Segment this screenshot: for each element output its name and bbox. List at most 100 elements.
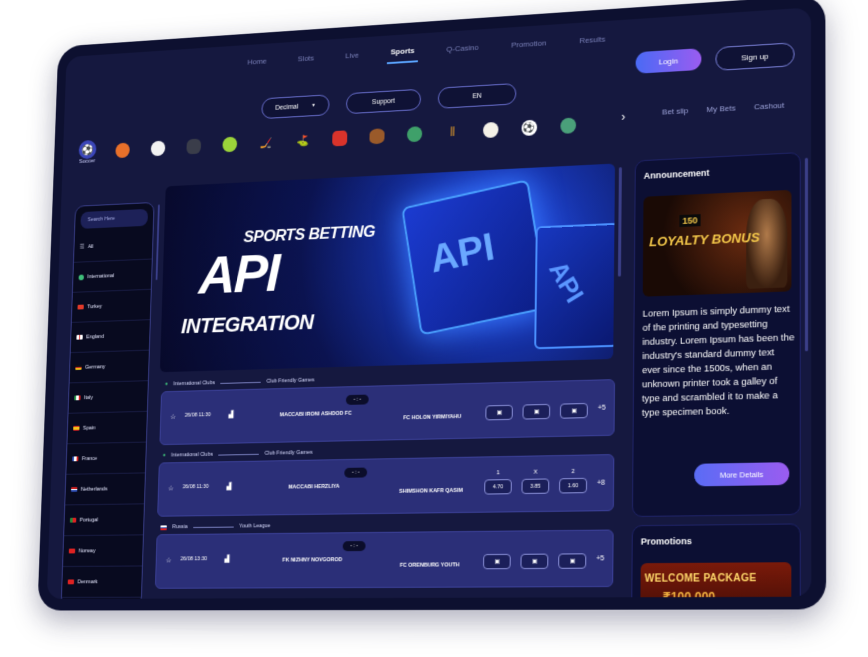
nav-results[interactable]: Results bbox=[575, 28, 609, 51]
stats-icon[interactable]: ▟ bbox=[226, 483, 231, 491]
odd-label: 1 bbox=[496, 470, 500, 477]
sidebar-item-label: Germany bbox=[85, 363, 106, 371]
sidebar-item-international[interactable]: International bbox=[72, 259, 152, 293]
sidebar-scrollbar[interactable] bbox=[155, 204, 160, 281]
divider bbox=[220, 381, 261, 384]
sidebar-item-germany[interactable]: Germany bbox=[69, 350, 149, 384]
star-icon[interactable]: ☆ bbox=[168, 485, 174, 492]
odd-button-home[interactable]: 1 4.70 bbox=[484, 470, 512, 495]
odd-button-locked[interactable]: ▣ bbox=[522, 403, 551, 420]
cashout-tab[interactable]: Cashout bbox=[754, 101, 784, 112]
nav-promotion[interactable]: Promotion bbox=[507, 32, 550, 55]
nav-home[interactable]: Home bbox=[244, 50, 271, 71]
sidebar-item-norway[interactable]: Norway bbox=[62, 535, 143, 567]
signup-button[interactable]: Sign up bbox=[715, 42, 795, 71]
betslip-tab[interactable]: Bet slip bbox=[662, 106, 688, 116]
sidebar-item-denmark[interactable]: Denmark bbox=[61, 566, 142, 598]
odd-button-away[interactable]: 2 1.60 bbox=[559, 469, 588, 494]
basketball-icon bbox=[115, 142, 130, 159]
sidebar-item-portugal[interactable]: Portugal bbox=[64, 504, 144, 537]
sidebar-item-label: International bbox=[87, 272, 115, 280]
sport-american-football[interactable] bbox=[367, 128, 386, 145]
more-markets[interactable]: +5 bbox=[596, 555, 604, 562]
more-details-button[interactable]: More Details bbox=[694, 462, 790, 487]
more-markets[interactable]: +5 bbox=[598, 405, 606, 412]
odd-button-locked[interactable]: ▣ bbox=[485, 404, 513, 421]
sport-ice-hockey[interactable]: 🏒 bbox=[257, 134, 276, 150]
language-select[interactable]: EN bbox=[437, 82, 517, 109]
nav-live[interactable]: Live bbox=[341, 44, 362, 65]
bet-nav: Bet slip My Bets Cashout bbox=[662, 101, 784, 117]
announcement-title: Announcement bbox=[643, 167, 710, 181]
sport-baseball[interactable] bbox=[149, 140, 167, 157]
odd-button-locked[interactable]: ▣ bbox=[559, 402, 588, 419]
promo-banner[interactable]: API API SPORTS BETTING API INTEGRATION bbox=[159, 163, 616, 373]
sidebar-item-label: Spain bbox=[82, 424, 96, 432]
search-input[interactable]: Search Here bbox=[80, 208, 149, 229]
sport-football[interactable]: ⚽ bbox=[520, 119, 540, 137]
odd-button-locked[interactable]: ▣ bbox=[558, 553, 587, 569]
sport-more[interactable] bbox=[558, 117, 578, 134]
sidebar-item-france[interactable]: France bbox=[66, 442, 146, 475]
sidebar-item-label: Denmark bbox=[77, 578, 98, 585]
odds-format-select[interactable]: Decimal ▼ bbox=[261, 94, 330, 120]
star-icon[interactable]: ☆ bbox=[170, 413, 176, 421]
sidebar-item-label: Turkey bbox=[87, 303, 103, 310]
right-scrollbar[interactable] bbox=[804, 157, 809, 352]
sport-esports[interactable] bbox=[405, 126, 424, 143]
cube-label: API bbox=[427, 225, 498, 282]
loyalty-bonus-image[interactable]: 150 LOYALTY BONUS bbox=[642, 189, 792, 297]
stats-icon[interactable]: ▟ bbox=[224, 555, 229, 563]
odd-button-draw[interactable]: X 3.85 bbox=[521, 470, 550, 495]
sidebar-item-italy[interactable]: Italy bbox=[68, 381, 148, 414]
soccer-icon: ⚽ bbox=[78, 139, 97, 160]
sport-soccer[interactable]: ⚽ Soccer bbox=[78, 139, 97, 165]
nav-slots[interactable]: Slots bbox=[294, 47, 318, 68]
support-button[interactable]: Support bbox=[345, 88, 422, 115]
login-button[interactable]: Login bbox=[635, 48, 702, 74]
flag-icon bbox=[75, 365, 82, 370]
star-icon[interactable]: ☆ bbox=[166, 556, 172, 564]
nav-sports[interactable]: Sports bbox=[386, 39, 419, 64]
sport-golf[interactable]: ⛳ bbox=[293, 132, 312, 148]
flag-icon bbox=[69, 517, 77, 523]
sidebar-item-turkey[interactable]: Turkey bbox=[71, 289, 151, 323]
announcement-text: Lorem Ipsum is simply dummy text of the … bbox=[641, 302, 795, 418]
main-scrollbar[interactable] bbox=[617, 167, 622, 277]
sidebar-item-all[interactable]: ☰ All bbox=[73, 229, 153, 263]
sidebar-item-spain[interactable]: Spain bbox=[67, 411, 147, 445]
match-card[interactable]: ☆ 26/08 11:30 ▟ - : - MACCABI IRONI ASHD… bbox=[159, 379, 616, 446]
stats-icon[interactable]: ▟ bbox=[228, 411, 233, 419]
odd-button-locked[interactable]: ▣ bbox=[520, 553, 549, 570]
sidebar-item-label: Portugal bbox=[79, 516, 99, 523]
flag-icon bbox=[160, 524, 167, 530]
match-card[interactable]: ☆ 26/08 13:30 ▟ - : - FK NIZHNY NOVGOROD… bbox=[154, 529, 614, 589]
sidebar-item-england[interactable]: England bbox=[70, 320, 150, 354]
chevron-right-icon[interactable]: › bbox=[621, 110, 625, 124]
nav-q-casino[interactable]: Q-Casino bbox=[443, 36, 483, 59]
sport-tennis[interactable] bbox=[221, 136, 240, 153]
caret-down-icon: ▼ bbox=[311, 102, 316, 109]
more-markets[interactable]: +8 bbox=[597, 480, 605, 487]
match-card[interactable]: ☆ 26/08 11:30 ▟ - : - MACCABI HERZLIYA S… bbox=[157, 454, 615, 517]
odd-button-locked[interactable]: ▣ bbox=[483, 553, 511, 570]
sport-volleyball[interactable] bbox=[481, 121, 500, 139]
announcement-panel: Announcement 150 LOYALTY BONUS Lorem Ips… bbox=[631, 152, 801, 518]
flag-icon bbox=[73, 425, 80, 431]
sport-hockey[interactable] bbox=[185, 138, 203, 155]
globe-icon: ● bbox=[164, 381, 168, 388]
sidebar-item-netherlands[interactable]: Netherlands bbox=[65, 473, 145, 506]
away-team: FC HOLON YIRMIYAHU bbox=[403, 414, 462, 422]
mybets-tab[interactable]: My Bets bbox=[706, 103, 735, 114]
api-cube-graphic: API bbox=[401, 179, 550, 336]
loyalty-bonus-title: LOYALTY BONUS bbox=[649, 229, 760, 250]
divider bbox=[218, 453, 260, 456]
welcome-package-image[interactable]: WELCOME PACKAGE ₹100,000 bbox=[640, 562, 792, 599]
sport-cricket[interactable]: ⫼ bbox=[443, 124, 462, 141]
sport-boxing[interactable] bbox=[330, 130, 349, 147]
match-date: 26/08 13:30 bbox=[180, 556, 208, 563]
odd-value: 1.60 bbox=[567, 482, 579, 489]
flag-icon bbox=[74, 395, 81, 401]
bonus-badge: 150 bbox=[679, 214, 701, 228]
sport-basketball[interactable] bbox=[114, 142, 132, 159]
